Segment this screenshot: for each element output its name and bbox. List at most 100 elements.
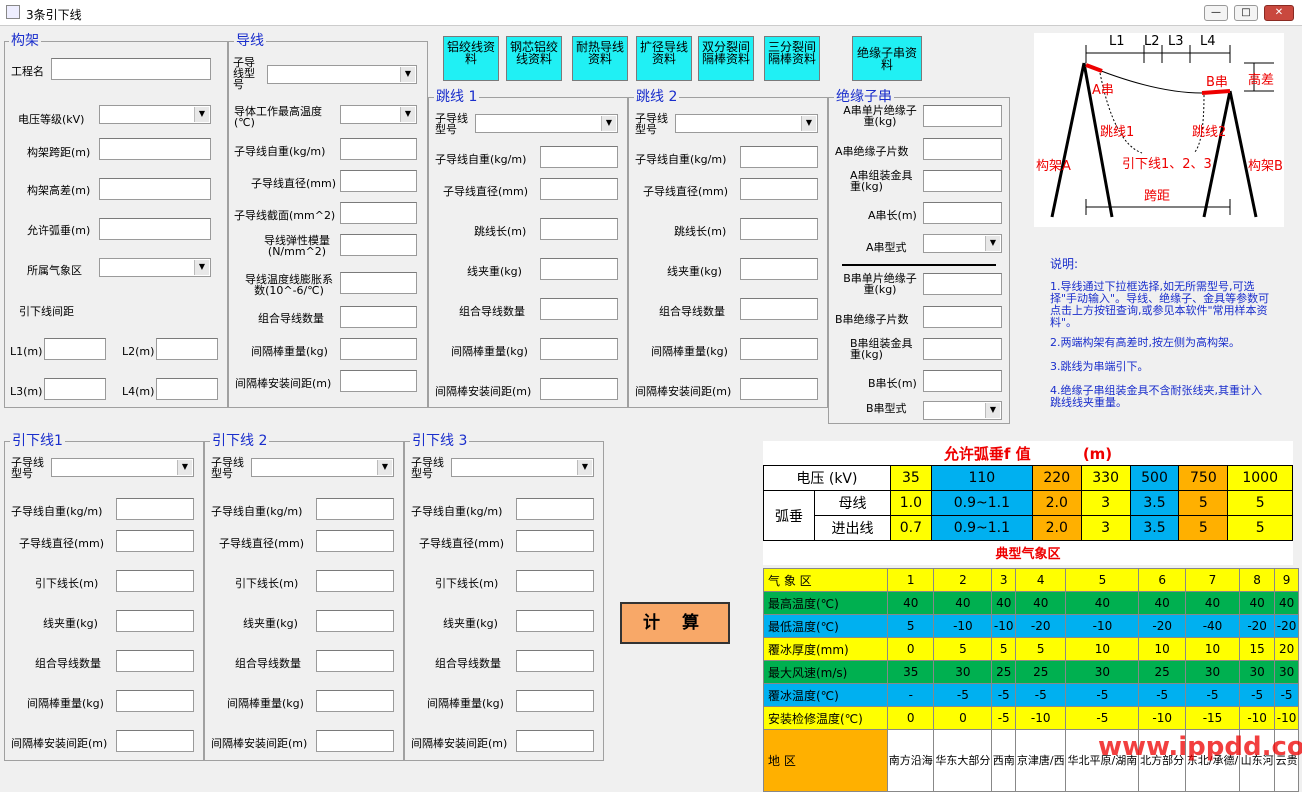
downlead-weight-input[interactable] — [116, 498, 194, 520]
downlead-diameter-input[interactable] — [516, 530, 594, 552]
downlead-weight-input[interactable] — [316, 498, 394, 520]
aluminum-wire-button[interactable]: 铝绞线资料 — [443, 36, 499, 81]
diagram-frame-a: 构架A — [1036, 159, 1071, 174]
jumper-spacer_weight-input[interactable] — [540, 338, 618, 360]
downlead-type-select[interactable]: ▼ — [251, 458, 394, 477]
maximize-button[interactable]: □ — [1234, 5, 1258, 21]
jumper-spacer_dist-input[interactable] — [740, 378, 818, 400]
downlead-diameter-input[interactable] — [116, 530, 194, 552]
sag-cell: 0.9~1.1 — [930, 490, 1033, 516]
jumper-spacer_dist-input[interactable] — [540, 378, 618, 400]
sag-cell: 5 — [1227, 515, 1293, 541]
acsr-wire-button[interactable]: 钢芯铝绞线资料 — [506, 36, 562, 81]
spacing-label: 引下线间距 — [19, 305, 74, 318]
downlead-length-input[interactable] — [516, 570, 594, 592]
project-input[interactable] — [51, 58, 211, 80]
sag-cell: 2.0 — [1031, 515, 1082, 541]
b-count-input[interactable] — [923, 306, 1002, 328]
jumper-count-input[interactable] — [740, 298, 818, 320]
jumper-count-input[interactable] — [540, 298, 618, 320]
downlead-diameter-label: 子导线直径(mm) — [19, 537, 105, 550]
jumper-length-label: 跳线长(m) — [674, 225, 727, 238]
a-fitting-label: A串组装金具重(kg) — [850, 169, 913, 193]
expansion-input[interactable] — [340, 272, 417, 294]
conductor-diameter-input[interactable] — [340, 170, 417, 192]
met-cell: 30 — [1065, 660, 1140, 684]
triple-spacer-button[interactable]: 三分裂间隔棒资料 — [764, 36, 820, 81]
downlead-type-select[interactable]: ▼ — [51, 458, 194, 477]
jumper-length-input[interactable] — [740, 218, 818, 240]
a-length-input[interactable] — [923, 202, 1002, 224]
height-diff-input[interactable] — [99, 178, 211, 200]
jumper-spacer_weight-input[interactable] — [740, 338, 818, 360]
spacer-dist-input[interactable] — [340, 370, 417, 392]
l3-input[interactable] — [44, 378, 106, 400]
a-length-label: A串长(m) — [868, 209, 917, 222]
minimize-button[interactable]: — — [1204, 5, 1228, 21]
downlead-clamp-input[interactable] — [116, 610, 194, 632]
jumper-diameter-input[interactable] — [740, 178, 818, 200]
jumper-weight-input[interactable] — [540, 146, 618, 168]
expanded-wire-button[interactable]: 扩径导线资料 — [636, 36, 692, 81]
downlead-count-input[interactable] — [516, 650, 594, 672]
conductor-count-input[interactable] — [340, 306, 417, 328]
downlead-count-input[interactable] — [316, 650, 394, 672]
jumper-type-select[interactable]: ▼ — [675, 114, 818, 133]
met-row-label: 覆冰厚度(mm) — [763, 637, 888, 661]
downlead-length-input[interactable] — [116, 570, 194, 592]
downlead-clamp-input[interactable] — [516, 610, 594, 632]
a-unit-input[interactable] — [923, 105, 1002, 127]
downlead-type-select[interactable]: ▼ — [451, 458, 594, 477]
jumper-diameter-input[interactable] — [540, 178, 618, 200]
sag-input[interactable] — [99, 218, 211, 240]
height-diff-label: 构架高差(m) — [27, 184, 91, 197]
jumper-clamp-input[interactable] — [540, 258, 618, 280]
jumper-count-label: 组合导线数量 — [459, 305, 525, 318]
span-input[interactable] — [99, 138, 211, 160]
heat-resistant-wire-button[interactable]: 耐热导线资料 — [572, 36, 628, 81]
jumper-length-input[interactable] — [540, 218, 618, 240]
voltage-select[interactable]: ▼ — [99, 105, 211, 124]
l2-input[interactable] — [156, 338, 218, 360]
downlead-spacer_dist-input[interactable] — [316, 730, 394, 752]
jumper-clamp-input[interactable] — [740, 258, 818, 280]
spacer-weight-input[interactable] — [340, 338, 417, 360]
downlead-weight-input[interactable] — [516, 498, 594, 520]
b-fitting-label: B串组装金具重(kg) — [850, 337, 913, 361]
downlead-length-input[interactable] — [316, 570, 394, 592]
max-temp-select[interactable]: ▼ — [340, 105, 417, 124]
a-fitting-input[interactable] — [923, 170, 1002, 192]
downlead-spacer_weight-input[interactable] — [116, 690, 194, 712]
sag-v-cell: 35 — [889, 465, 932, 491]
b-unit-input[interactable] — [923, 273, 1002, 295]
conductor-weight-input[interactable] — [340, 138, 417, 160]
b-type-select[interactable]: ▼ — [923, 401, 1002, 420]
l1-input[interactable] — [44, 338, 106, 360]
downlead-count-input[interactable] — [116, 650, 194, 672]
close-button[interactable]: ✕ — [1264, 5, 1294, 21]
met-row-label: 最高温度(℃) — [763, 591, 888, 615]
downlead-spacer_weight-input[interactable] — [516, 690, 594, 712]
diagram-height-diff: 高差 — [1248, 73, 1275, 88]
conductor-type-select[interactable]: ▼ — [267, 65, 417, 84]
jumper-type-select[interactable]: ▼ — [475, 114, 618, 133]
downlead-spacer_weight-input[interactable] — [316, 690, 394, 712]
l4-input[interactable] — [156, 378, 218, 400]
downlead-clamp-input[interactable] — [316, 610, 394, 632]
jumper-weight-input[interactable] — [740, 146, 818, 168]
downlead-spacer_weight-label: 间隔棒重量(kg) — [227, 697, 304, 710]
twin-spacer-button[interactable]: 双分裂间隔棒资料 — [698, 36, 754, 81]
b-fitting-input[interactable] — [923, 338, 1002, 360]
a-type-select[interactable]: ▼ — [923, 234, 1002, 253]
downlead-diameter-input[interactable] — [316, 530, 394, 552]
insulator-string-button[interactable]: 绝缘子串资料 — [852, 36, 922, 81]
b-length-input[interactable] — [923, 370, 1002, 392]
climate-select[interactable]: ▼ — [99, 258, 211, 277]
a-count-input[interactable] — [923, 138, 1002, 160]
calculate-button[interactable]: 计 算 — [620, 602, 730, 644]
met-cell: 5 — [933, 637, 993, 661]
modulus-input[interactable] — [340, 234, 417, 256]
downlead-spacer_dist-input[interactable] — [516, 730, 594, 752]
conductor-area-input[interactable] — [340, 202, 417, 224]
downlead-spacer_dist-input[interactable] — [116, 730, 194, 752]
